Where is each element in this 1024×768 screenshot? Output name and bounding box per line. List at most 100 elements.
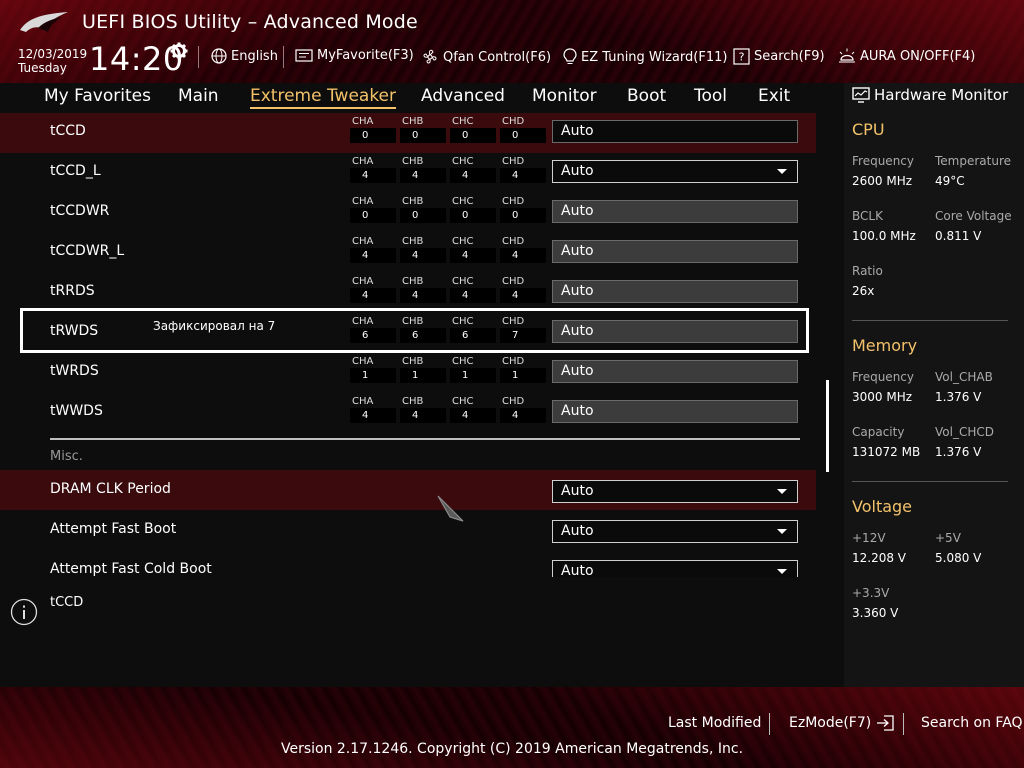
settings-list: tCCD CHA 0 CHB 0 CHC 0 CHD 0 Auto tCCD_L CHA 4 CHB 4 CH… bbox=[0, 113, 836, 577]
search-faq-button[interactable]: Search on FAQ bbox=[921, 715, 1023, 731]
qfan-control-button[interactable]: Qfan Control(F6) bbox=[421, 48, 551, 66]
channel-readout-chc: CHC 1 bbox=[450, 356, 496, 383]
tab-my-favorites[interactable]: My Favorites bbox=[44, 86, 151, 106]
tab-main[interactable]: Main bbox=[178, 86, 219, 106]
vol-chab-label: Vol_CHAB bbox=[935, 370, 993, 384]
setting-value-field[interactable]: Auto bbox=[552, 400, 798, 423]
setting-dropdown[interactable]: Auto bbox=[552, 480, 798, 503]
memory-frequency-label: Frequency bbox=[852, 370, 914, 384]
myfavorite-button[interactable]: MyFavorite(F3) bbox=[295, 48, 414, 63]
setting-label: DRAM CLK Period bbox=[50, 481, 171, 497]
chevron-down-icon bbox=[777, 569, 787, 574]
channel-readout-chd: CHD 0 bbox=[500, 116, 546, 143]
setting-value-field[interactable]: Auto bbox=[552, 360, 798, 383]
tab-monitor[interactable]: Monitor bbox=[532, 86, 597, 106]
channel-value: 4 bbox=[450, 288, 496, 303]
channel-readout-chb: CHB 4 bbox=[400, 156, 446, 183]
aura-label: AURA ON/OFF(F4) bbox=[860, 48, 976, 64]
user-annotation: Зафиксировал на 7 bbox=[153, 319, 276, 333]
section-heading-misc: Misc. bbox=[50, 449, 83, 464]
v5-value: 5.080 V bbox=[935, 551, 982, 565]
channel-label: CHD bbox=[502, 276, 525, 287]
setting-value-field[interactable]: Auto bbox=[552, 240, 798, 263]
setting-label: tCCDWR_L bbox=[50, 243, 125, 259]
setting-value: Auto bbox=[561, 283, 594, 299]
setting-dropdown[interactable]: Auto bbox=[552, 560, 798, 577]
setting-row-trrds[interactable]: tRRDS CHA 4 CHB 4 CHC 4 CHD 4 Auto bbox=[0, 273, 816, 313]
setting-label: tRRDS bbox=[50, 283, 95, 299]
channel-value: 4 bbox=[350, 288, 396, 303]
channel-readout-chd: CHD 4 bbox=[500, 156, 546, 183]
v33-label: +3.3V bbox=[852, 586, 890, 600]
last-modified-button[interactable]: Last Modified bbox=[668, 715, 761, 731]
channel-value: 4 bbox=[400, 288, 446, 303]
channel-label: CHC bbox=[452, 276, 474, 287]
channel-readout-cha: CHA 0 bbox=[350, 116, 396, 143]
channel-readout-chb: CHB 4 bbox=[400, 236, 446, 263]
help-info-panel: tCCD bbox=[0, 582, 836, 687]
search-button[interactable]: ? Search(F9) bbox=[733, 48, 825, 65]
header-divider bbox=[283, 46, 284, 68]
main-menu-tabs: My Favorites Main Extreme Tweaker Advanc… bbox=[0, 83, 836, 113]
setting-row-twrds[interactable]: tWRDS CHA 1 CHB 1 CHC 1 CHD 1 Auto bbox=[0, 353, 816, 393]
tab-exit[interactable]: Exit bbox=[758, 86, 790, 106]
setting-row-tccdwr[interactable]: tCCDWR CHA 0 CHB 0 CHC 0 CHD 0 Auto bbox=[0, 193, 816, 233]
app-title: UEFI BIOS Utility – Advanced Mode bbox=[82, 11, 418, 33]
setting-row-attempt-fast-boot[interactable]: Attempt Fast Boot Auto bbox=[0, 510, 816, 550]
memory-heading: Memory bbox=[852, 336, 918, 355]
v33-value: 3.360 V bbox=[852, 606, 899, 620]
channel-label: CHC bbox=[452, 196, 474, 207]
channel-readout-chc: CHC 4 bbox=[450, 276, 496, 303]
setting-value-field[interactable]: Auto bbox=[552, 120, 798, 143]
ez-tuning-wizard-button[interactable]: EZ Tuning Wizard(F11) bbox=[563, 48, 727, 66]
channel-readout-cha: CHA 4 bbox=[350, 156, 396, 183]
help-text: tCCD bbox=[50, 595, 84, 610]
setting-row-dram-clk-period[interactable]: DRAM CLK Period Auto bbox=[0, 470, 816, 510]
tab-boot[interactable]: Boot bbox=[627, 86, 666, 106]
date-display: 12/03/2019 Tuesday bbox=[18, 47, 87, 75]
setting-label: tWRDS bbox=[50, 363, 99, 379]
aura-toggle-button[interactable]: AURA ON/OFF(F4) bbox=[838, 48, 975, 64]
scrollbar-thumb[interactable] bbox=[826, 380, 829, 472]
setting-label: tCCD_L bbox=[50, 163, 101, 179]
hardware-monitor-panel: Hardware Monitor CPU Frequency 2600 MHz … bbox=[844, 83, 1024, 687]
setting-dropdown[interactable]: Auto bbox=[552, 520, 798, 543]
setting-row-twwds[interactable]: tWWDS CHA 4 CHB 4 CHC 4 CHD 4 Auto bbox=[0, 393, 816, 433]
channel-value: 4 bbox=[500, 168, 546, 183]
header-bar: UEFI BIOS Utility – Advanced Mode 12/03/… bbox=[0, 0, 1024, 83]
selection-highlight-frame bbox=[20, 308, 809, 353]
panel-divider bbox=[852, 481, 1008, 482]
language-button[interactable]: English bbox=[211, 48, 278, 64]
channel-value: 4 bbox=[400, 168, 446, 183]
tab-advanced[interactable]: Advanced bbox=[421, 86, 505, 106]
tab-tool[interactable]: Tool bbox=[694, 86, 727, 106]
tab-extreme-tweaker[interactable]: Extreme Tweaker bbox=[250, 86, 397, 109]
setting-label: Attempt Fast Boot bbox=[50, 521, 177, 537]
channel-value: 1 bbox=[450, 368, 496, 383]
gear-icon[interactable] bbox=[170, 42, 188, 60]
channel-label: CHC bbox=[452, 236, 474, 247]
channel-value: 0 bbox=[500, 128, 546, 143]
channel-value: 4 bbox=[350, 168, 396, 183]
setting-row-tccd[interactable]: tCCD CHA 0 CHB 0 CHC 0 CHD 0 Auto bbox=[0, 113, 816, 153]
channel-value: 4 bbox=[500, 288, 546, 303]
setting-dropdown[interactable]: Auto bbox=[552, 160, 798, 183]
setting-value: Auto bbox=[561, 403, 594, 419]
setting-row-attempt-fast-cold-boot[interactable]: Attempt Fast Cold Boot Auto bbox=[0, 550, 816, 577]
setting-row-tccd-l[interactable]: tCCD_L CHA 4 CHB 4 CHC 4 CHD 4 Auto bbox=[0, 153, 816, 193]
channel-value: 0 bbox=[400, 208, 446, 223]
channel-label: CHD bbox=[502, 196, 525, 207]
setting-value: Auto bbox=[561, 203, 594, 219]
myfavorite-label: MyFavorite(F3) bbox=[317, 48, 414, 63]
channel-readout-chc: CHC 4 bbox=[450, 236, 496, 263]
setting-row-tccdwr-l[interactable]: tCCDWR_L CHA 4 CHB 4 CHC 4 CHD 4 Auto bbox=[0, 233, 816, 273]
channel-value: 0 bbox=[400, 128, 446, 143]
cpu-frequency-label: Frequency bbox=[852, 154, 914, 168]
bulb-icon bbox=[563, 48, 577, 64]
channel-value: 4 bbox=[500, 248, 546, 263]
setting-value: Auto bbox=[561, 563, 594, 577]
setting-value-field[interactable]: Auto bbox=[552, 280, 798, 303]
setting-value-field[interactable]: Auto bbox=[552, 200, 798, 223]
ezmode-button[interactable]: EzMode(F7) bbox=[789, 715, 894, 731]
setting-label: tCCDWR bbox=[50, 203, 110, 219]
